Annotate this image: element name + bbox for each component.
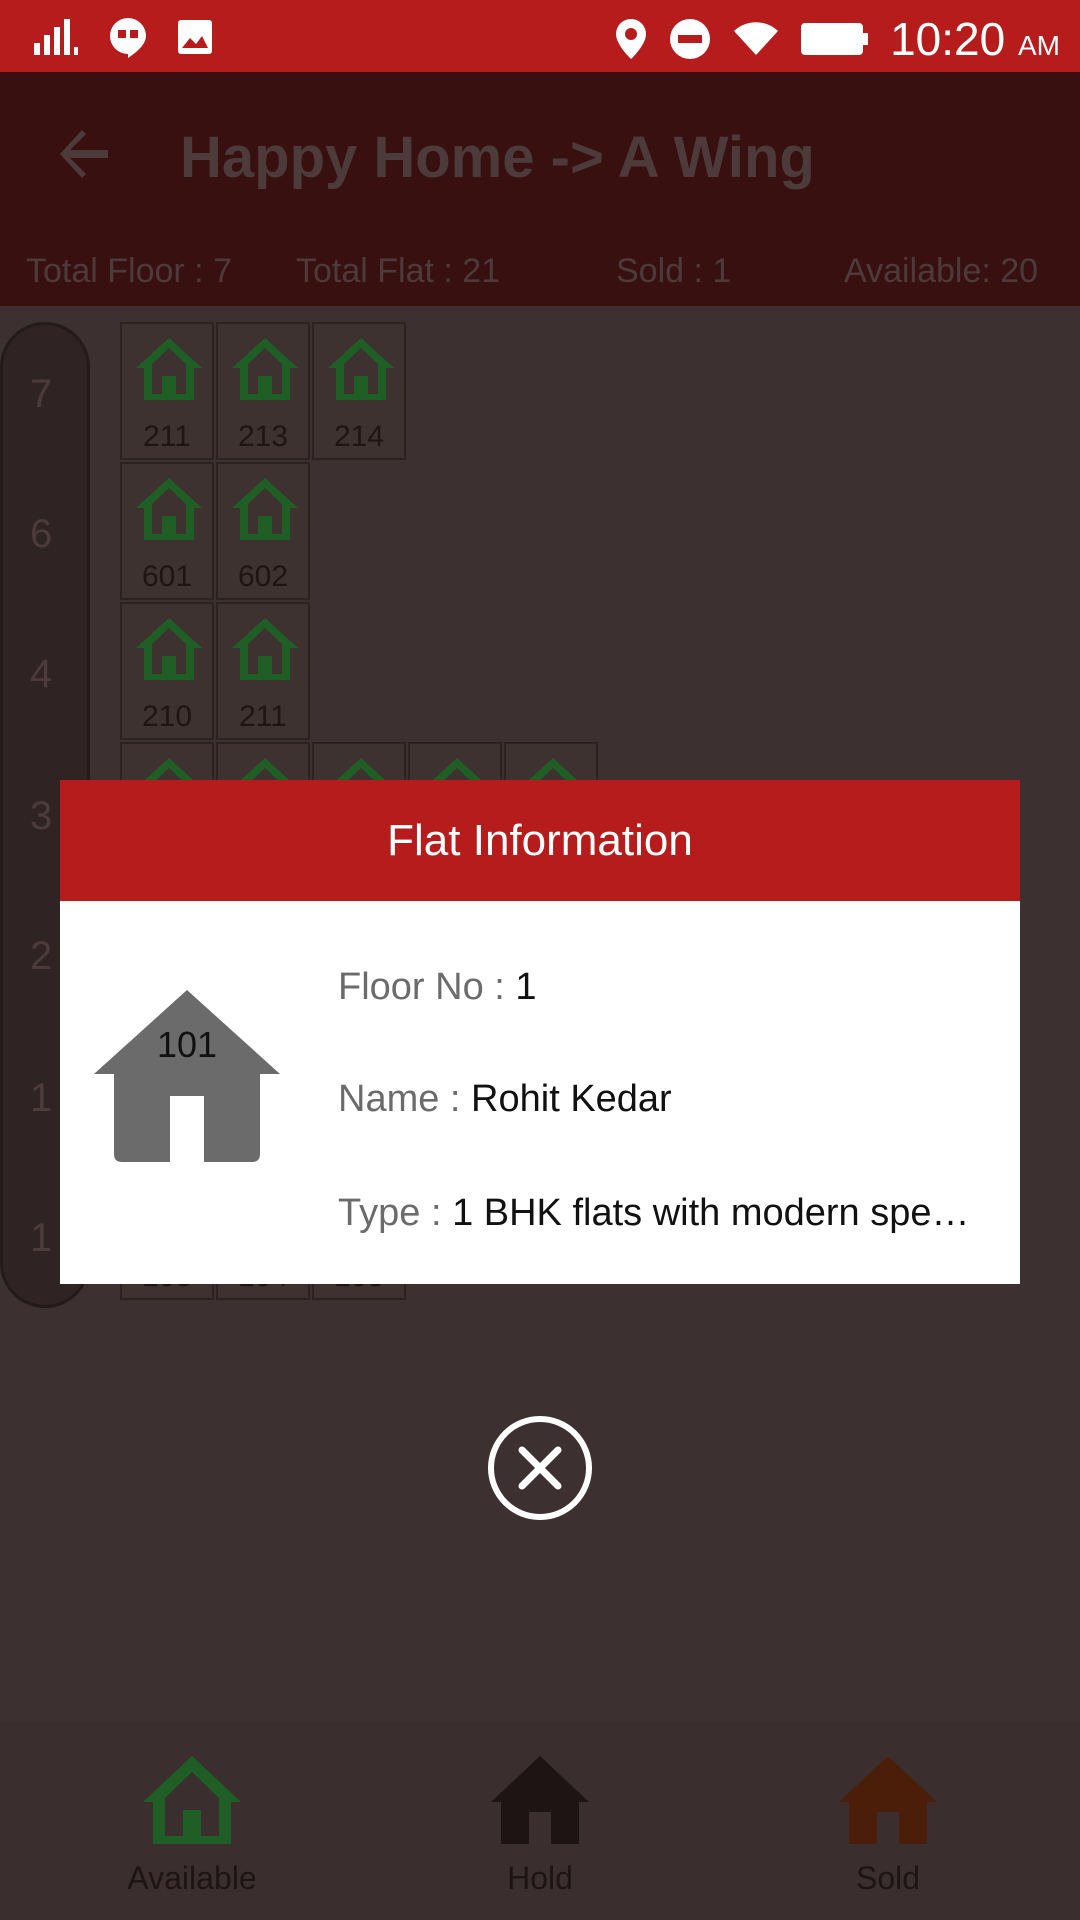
flat-cell-number: 214 bbox=[333, 420, 385, 453]
dialog-title: Flat Information bbox=[60, 780, 1020, 901]
legend-hold: Hold bbox=[440, 1750, 640, 1897]
signal-icon bbox=[34, 19, 78, 55]
available-house-icon bbox=[143, 1756, 241, 1844]
close-dialog-button[interactable] bbox=[488, 1416, 592, 1520]
floor-label[interactable]: 7 bbox=[30, 372, 52, 417]
flat-cell[interactable]: 213 bbox=[216, 322, 310, 460]
back-arrow-icon[interactable] bbox=[56, 126, 112, 182]
battery-icon bbox=[801, 23, 869, 55]
flat-house-icon bbox=[136, 618, 202, 680]
sold-house-icon bbox=[839, 1756, 937, 1844]
floor-info: Floor No : 1 bbox=[338, 966, 537, 1008]
flat-cell-number: 602 bbox=[237, 560, 289, 593]
page-title: Happy Home -> A Wing bbox=[180, 125, 815, 190]
flat-cell[interactable]: 601 bbox=[120, 462, 214, 600]
sold-stat: Sold : 1 bbox=[616, 252, 732, 290]
flat-cell-number: 211 bbox=[143, 420, 191, 453]
flat-cell[interactable]: 211 bbox=[216, 602, 310, 740]
name-info: Name : Rohit Kedar bbox=[338, 1078, 672, 1120]
type-info: Type : 1 BHK flats with modern spe… bbox=[338, 1192, 970, 1234]
flat-cell-number: 210 bbox=[141, 700, 193, 733]
wifi-icon bbox=[734, 22, 779, 55]
floor-label[interactable]: 1 bbox=[30, 1216, 52, 1261]
flat-cell[interactable]: 210 bbox=[120, 602, 214, 740]
floor-label[interactable]: 4 bbox=[30, 652, 52, 697]
legend-available: Available bbox=[92, 1750, 292, 1897]
flat-house-icon bbox=[94, 990, 280, 1162]
image-icon bbox=[178, 20, 212, 54]
flat-house-icon bbox=[232, 478, 298, 540]
flat-house-icon bbox=[328, 338, 394, 400]
floor-label[interactable]: 2 bbox=[30, 934, 52, 979]
close-icon bbox=[518, 1446, 562, 1490]
flat-house-icon bbox=[136, 478, 202, 540]
status-bar: 10:20 AM bbox=[0, 0, 1080, 72]
flat-house-icon bbox=[232, 618, 298, 680]
flat-number: 101 bbox=[156, 1024, 218, 1065]
legend-sold: Sold bbox=[788, 1750, 988, 1897]
flat-cell-number: 211 bbox=[239, 700, 287, 733]
flat-cell-number: 213 bbox=[237, 420, 289, 453]
location-icon bbox=[616, 19, 647, 59]
floor-label[interactable]: 3 bbox=[30, 794, 52, 839]
flat-house-icon bbox=[232, 338, 298, 400]
status-legend: Available Hold Sold bbox=[0, 1722, 1080, 1920]
flat-info-dialog: Flat Information 101 Floor No : 1 Name :… bbox=[60, 780, 1020, 1284]
available-stat: Available: 20 bbox=[844, 252, 1039, 290]
flat-cell[interactable]: 211 bbox=[120, 322, 214, 460]
dnd-icon bbox=[670, 19, 711, 59]
stats-bar: Total Floor : 7 Total Flat : 21 Sold : 1… bbox=[0, 252, 1080, 292]
total-flat-stat: Total Flat : 21 bbox=[296, 252, 501, 290]
total-floor-stat: Total Floor : 7 bbox=[26, 252, 232, 290]
floor-label[interactable]: 6 bbox=[30, 512, 52, 557]
hold-house-icon bbox=[491, 1756, 589, 1844]
flat-house-icon bbox=[136, 338, 202, 400]
floor-label[interactable]: 1 bbox=[30, 1076, 52, 1121]
hangouts-icon bbox=[110, 18, 146, 58]
app-bar: Happy Home -> A Wing Total Floor : 7 Tot… bbox=[0, 72, 1080, 306]
flat-cell-number: 601 bbox=[141, 560, 193, 593]
status-time: 10:20 AM bbox=[890, 13, 1060, 65]
flat-cell[interactable]: 602 bbox=[216, 462, 310, 600]
flat-cell[interactable]: 214 bbox=[312, 322, 406, 460]
